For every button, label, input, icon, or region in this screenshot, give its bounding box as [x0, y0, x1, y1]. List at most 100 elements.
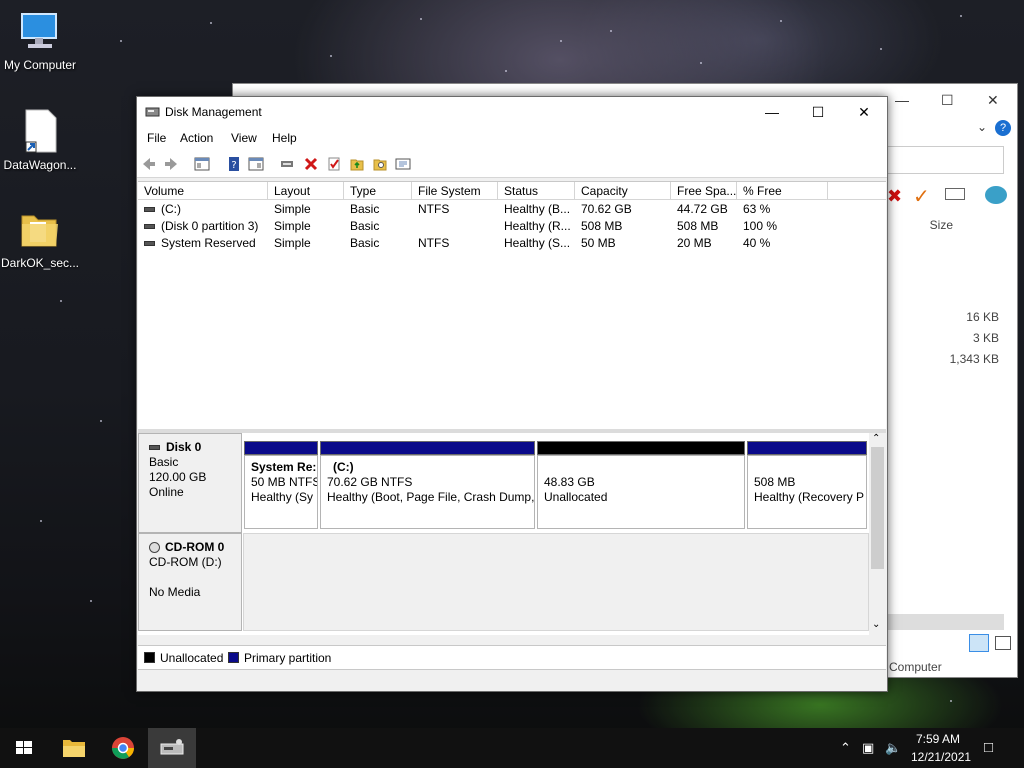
chrome-icon[interactable]: [99, 728, 147, 768]
disk-0-label[interactable]: Disk 0 Basic 120.00 GB Online: [138, 433, 242, 533]
maximize-button[interactable]: ☐: [795, 97, 841, 128]
settings-list-icon[interactable]: [395, 156, 411, 172]
windows-start-icon[interactable]: [0, 728, 48, 768]
help-book-icon[interactable]: ?: [226, 156, 242, 172]
minimize-icon[interactable]: —: [895, 92, 909, 108]
cdrom-media: No Media: [149, 585, 201, 599]
column-header-capacity[interactable]: Capacity: [575, 182, 671, 200]
details-view-icon[interactable]: [969, 634, 989, 652]
layout-cell: Simple: [274, 236, 311, 250]
column-header-file-system[interactable]: File System: [412, 182, 498, 200]
up-folder-icon[interactable]: [349, 156, 365, 172]
disk-management-window[interactable]: Disk Management — ☐ ✕ File Action View H…: [136, 96, 888, 692]
capacity-cell: 50 MB: [581, 236, 616, 250]
check-document-icon[interactable]: [326, 156, 342, 172]
scrollbar-thumb[interactable]: [871, 447, 884, 569]
column-header-status[interactable]: Status: [498, 182, 575, 200]
search-folder-icon[interactable]: [372, 156, 388, 172]
column-header-layout[interactable]: Layout: [268, 182, 344, 200]
menu-action[interactable]: Action: [180, 131, 213, 145]
desktop-icon-my-computer[interactable]: My Computer: [0, 10, 80, 72]
computer-icon: [21, 13, 57, 48]
delete-icon[interactable]: [303, 156, 319, 172]
status-cell: Healthy (B...: [504, 202, 571, 216]
volume-cell: System Reserved: [144, 235, 268, 252]
size-column-header[interactable]: Size: [930, 218, 953, 232]
back-arrow-icon[interactable]: [141, 156, 157, 172]
scroll-up-icon[interactable]: ⌃: [872, 433, 880, 444]
legend: Unallocated Primary partition: [138, 645, 886, 669]
toolbar: ?: [137, 150, 887, 178]
partition-box: 48.83 GB Unallocated: [537, 455, 745, 529]
cd-rom-icon: [149, 542, 160, 554]
drive-icon: [144, 224, 155, 230]
column-header-percent-free[interactable]: % Free: [737, 182, 828, 200]
type-cell: Basic: [350, 236, 380, 250]
menu-help[interactable]: Help: [272, 131, 297, 145]
minimize-button[interactable]: —: [749, 97, 795, 128]
delete-icon[interactable]: ✖: [887, 186, 902, 207]
properties-icon[interactable]: [248, 156, 264, 172]
column-header-type[interactable]: Type: [344, 182, 412, 200]
percent-free-cell: 63 %: [743, 202, 771, 216]
primary-swatch: [228, 652, 239, 663]
folder-icon: [21, 215, 58, 247]
scroll-down-icon[interactable]: ⌄: [872, 619, 880, 630]
column-header-volume[interactable]: Volume: [138, 182, 268, 200]
clock-date[interactable]: 12/21/2021: [911, 750, 971, 768]
show-hide-console-tree-icon[interactable]: [194, 156, 210, 172]
file-explorer-icon[interactable]: [50, 728, 98, 768]
maximize-icon[interactable]: ☐: [941, 92, 954, 109]
globe-icon[interactable]: [985, 186, 1007, 204]
disk-icon: [149, 445, 160, 451]
notifications-icon[interactable]: □: [984, 728, 993, 768]
large-icons-view-icon[interactable]: [995, 636, 1011, 650]
disk-management-taskbar-icon[interactable]: [148, 728, 196, 768]
volume-list: Volume Layout Type File System Status Ca…: [138, 181, 886, 429]
help-icon[interactable]: ?: [995, 120, 1011, 136]
disk-state: Online: [149, 485, 184, 499]
connect-icon[interactable]: [279, 156, 295, 172]
status-text: Computer: [889, 660, 942, 674]
partition-name: (C:): [333, 460, 354, 474]
chevron-up-icon[interactable]: ⌃: [840, 728, 851, 768]
rename-icon[interactable]: [945, 188, 965, 200]
menu-view[interactable]: View: [231, 131, 257, 145]
partition-recovery[interactable]: 508 MB Healthy (Recovery P: [747, 441, 867, 529]
status-cell: Healthy (S...: [504, 236, 571, 250]
desktop-icon-darkok[interactable]: DarkOK_sec...: [0, 208, 80, 270]
title-bar[interactable]: Disk Management — ☐ ✕: [137, 97, 887, 128]
size-value: 16 KB: [966, 310, 999, 324]
partition-size: 508 MB: [754, 475, 796, 489]
volume-cell: (Disk 0 partition 3): [144, 218, 268, 235]
partition-unallocated[interactable]: 48.83 GB Unallocated: [537, 441, 745, 529]
status-cell: Healthy (R...: [504, 219, 571, 233]
network-icon[interactable]: ▣: [862, 728, 874, 768]
partition-size: 70.62 GB NTFS: [327, 475, 413, 489]
disk-management-icon: [145, 107, 160, 117]
close-button[interactable]: ✕: [841, 97, 887, 128]
address-bar[interactable]: [887, 146, 1004, 174]
chevron-down-icon[interactable]: ⌄: [977, 120, 987, 134]
cdrom-0-label[interactable]: CD-ROM 0 CD-ROM (D:) No Media: [138, 533, 242, 631]
volume-muted-icon[interactable]: 🔈: [885, 728, 901, 768]
size-value: 1,343 KB: [949, 352, 999, 366]
cdrom-0-area[interactable]: [243, 533, 869, 631]
status-bar: [138, 669, 886, 690]
close-icon[interactable]: ✕: [987, 92, 999, 109]
partition-c[interactable]: (C:) 70.62 GB NTFS Healthy (Boot, Page F…: [320, 441, 535, 529]
free-space-cell: 508 MB: [677, 219, 719, 233]
partition-status: Healthy (Boot, Page File, Crash Dump,: [327, 490, 534, 504]
vertical-scrollbar[interactable]: ⌃ ⌄: [869, 433, 886, 635]
horizontal-scrollbar[interactable]: [887, 614, 1004, 630]
forward-arrow-icon[interactable]: [163, 156, 179, 172]
capacity-cell: 508 MB: [581, 219, 623, 233]
free-space-cell: 44.72 GB: [677, 202, 728, 216]
column-header-free-space[interactable]: Free Spa...: [671, 182, 737, 200]
check-icon[interactable]: ✓: [913, 184, 930, 209]
desktop-icon-datawagon[interactable]: DataWagon...: [0, 108, 80, 172]
partition-box: 508 MB Healthy (Recovery P: [747, 455, 867, 529]
file-system-cell: NTFS: [418, 236, 450, 250]
menu-file[interactable]: File: [147, 131, 166, 145]
partition-system-reserved[interactable]: System Re: 50 MB NTFS Healthy (Sy: [244, 441, 318, 529]
